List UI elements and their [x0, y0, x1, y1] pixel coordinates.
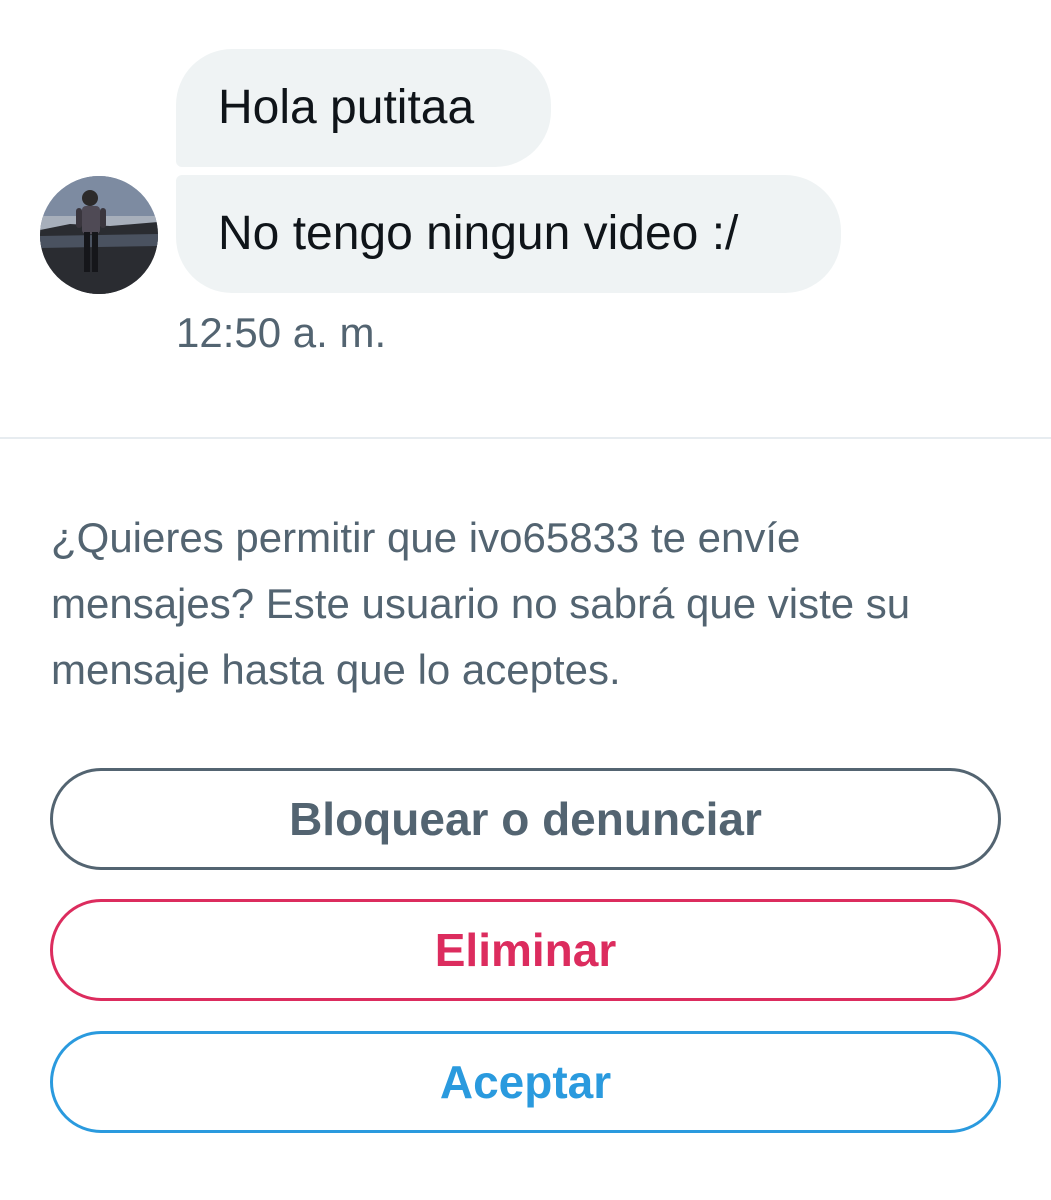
message-bubble[interactable]: No tengo ningun video :/ — [176, 175, 841, 293]
delete-button[interactable]: Eliminar — [50, 899, 1001, 1001]
divider — [0, 437, 1051, 439]
message-request-prompt: ¿Quieres permitir que ivo65833 te envíe … — [51, 514, 911, 693]
message-timestamp: 12:50 a. m. — [176, 309, 387, 356]
delete-label: Eliminar — [434, 924, 617, 976]
message-text: Hola putitaa — [218, 81, 475, 134]
block-or-report-label: Bloquear o denunciar — [289, 793, 762, 845]
message-text: No tengo ningun video :/ — [218, 207, 739, 260]
user-avatar-photo-icon — [40, 176, 158, 294]
block-or-report-button[interactable]: Bloquear o denunciar — [50, 768, 1001, 870]
conversation-thread: Hola putitaa No tengo ningun video :/ 12… — [0, 0, 1051, 438]
message-bubble[interactable]: Hola putitaa — [176, 49, 551, 167]
accept-label: Aceptar — [439, 1056, 612, 1108]
accept-button[interactable]: Aceptar — [50, 1031, 1001, 1133]
sender-avatar[interactable] — [40, 176, 158, 294]
